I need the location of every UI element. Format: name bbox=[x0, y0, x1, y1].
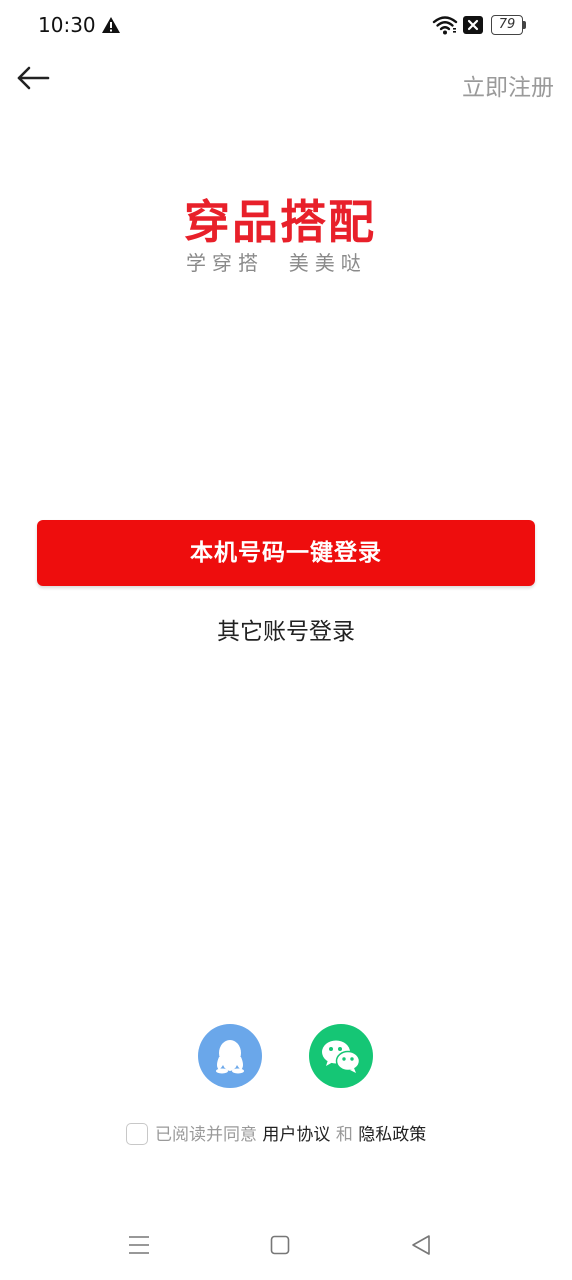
home-square-icon[interactable] bbox=[270, 1235, 290, 1255]
agreement-and: 和 bbox=[335, 1125, 353, 1145]
other-account-login-link[interactable]: 其它账号登录 bbox=[0, 612, 572, 646]
user-agreement-link[interactable]: 用户协议 bbox=[262, 1125, 330, 1145]
wifi-icon bbox=[432, 16, 458, 35]
status-bar: 10:30 79 bbox=[0, 0, 572, 52]
warning-icon bbox=[102, 17, 120, 33]
qq-login-button[interactable] bbox=[198, 1024, 262, 1088]
status-time: 10:30 bbox=[38, 13, 96, 37]
battery-level: 79 bbox=[491, 15, 523, 35]
menu-icon[interactable] bbox=[128, 1234, 150, 1256]
back-triangle-icon[interactable] bbox=[410, 1234, 432, 1256]
battery-tip bbox=[523, 21, 526, 29]
logo-title: 穿品搭配 bbox=[184, 195, 376, 249]
arrow-left-icon bbox=[17, 66, 50, 90]
agreement-row: 已阅读并同意 用户协议 和 隐私政策 bbox=[126, 1122, 426, 1149]
one-click-login-button[interactable]: 本机号码一键登录 bbox=[37, 520, 535, 586]
sim-icon bbox=[463, 16, 483, 34]
privacy-policy-link[interactable]: 隐私政策 bbox=[358, 1125, 426, 1145]
app-logo: 穿品搭配 学穿搭 美美哒 bbox=[184, 194, 388, 280]
back-button[interactable] bbox=[14, 60, 54, 96]
qq-penguin-icon bbox=[216, 1040, 244, 1074]
logo-slogan: 学穿搭 美美哒 bbox=[186, 251, 367, 275]
wechat-login-button[interactable] bbox=[309, 1024, 373, 1088]
login-screen: 10:30 79 立即注册 穿品搭配 学穿搭 美美哒 本机号码一键登录 其它账号… bbox=[0, 0, 572, 1280]
battery-icon: 79 bbox=[491, 15, 527, 35]
wechat-icon bbox=[322, 1040, 361, 1073]
agree-checkbox[interactable] bbox=[126, 1122, 148, 1145]
register-button[interactable]: 立即注册 bbox=[462, 68, 554, 102]
agreement-prefix: 已阅读并同意 bbox=[155, 1125, 257, 1145]
